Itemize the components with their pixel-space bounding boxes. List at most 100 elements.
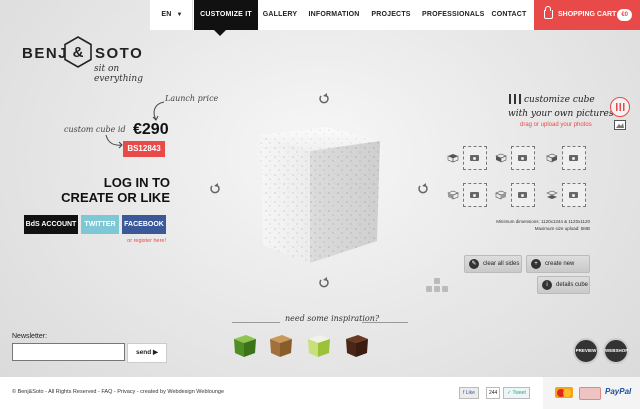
min-dimensions-text: Minimum dimensions: 1120x1344 & 1120x112… <box>496 219 590 224</box>
facebook-like-button[interactable]: f Like <box>459 387 479 399</box>
newsletter-label: Newsletter: <box>12 333 48 340</box>
cube-id-badge: BS12843 <box>123 141 165 157</box>
eraser-icon: ✎ <box>469 259 479 269</box>
pad-right-icon[interactable] <box>442 286 448 292</box>
customize-side-tab[interactable] <box>610 97 630 117</box>
shopping-cart-button[interactable]: SHOPPING CART €0 <box>534 0 640 30</box>
inspiration-cube-wood[interactable] <box>268 333 294 359</box>
price-value: €290 <box>133 121 169 138</box>
nav-item-contact[interactable]: CONTACT <box>489 0 529 30</box>
camera-icon <box>569 155 578 161</box>
customize-title-line1: customize cube <box>524 95 595 105</box>
pad-down-icon[interactable] <box>434 286 440 292</box>
bds-account-button[interactable]: BdS ACCOUNT <box>24 215 78 234</box>
divider <box>362 322 408 323</box>
login-title-line1: LOG IN TO <box>103 175 170 190</box>
footer-copyright: © Benj&Soto - All Rights Reserved - FAQ … <box>12 389 225 395</box>
upload-slot-bottom[interactable] <box>562 183 586 207</box>
rotate-left-icon[interactable] <box>209 182 221 194</box>
send-label: send <box>136 349 152 356</box>
customize-title-line2: with your own pictures <box>508 109 614 119</box>
nav-item-information[interactable]: INFORMATION <box>308 0 360 30</box>
tweet-label: Tweet <box>512 390 526 396</box>
chevron-down-icon: ▼ <box>176 12 183 18</box>
ampersand-hexagon-logo: & <box>64 36 92 68</box>
nav-item-customize[interactable]: CUSTOMIZE IT <box>194 0 258 36</box>
upload-slot-top[interactable] <box>463 146 487 170</box>
top-nav: EN ▼ CUSTOMIZE IT GALLERY INFORMATION PRO… <box>0 0 640 36</box>
details-cube-button[interactable]: i details cube <box>537 276 590 294</box>
maestro-icon <box>579 387 601 400</box>
newsletter-send-button[interactable]: send ▶ <box>127 343 167 363</box>
inspiration-cube-coffee[interactable] <box>344 333 370 359</box>
play-arrow-icon: ▶ <box>152 349 158 356</box>
brand-tagline: sit on everything <box>94 64 143 84</box>
pad-up-icon[interactable] <box>434 278 440 284</box>
like-count: 244 <box>486 387 501 399</box>
divider <box>232 322 280 323</box>
plus-icon: + <box>531 259 541 269</box>
tweet-button[interactable]: ✓ Tweet <box>503 387 530 399</box>
upload-photos-link[interactable]: drag or upload your photos <box>520 122 592 128</box>
cart-label: SHOPPING CART <box>558 11 617 18</box>
upload-slot-right[interactable] <box>562 146 586 170</box>
shopping-bag-icon <box>544 6 553 19</box>
cube-side-indicator-icon <box>447 154 459 163</box>
nav-item-gallery[interactable]: GALLERY <box>262 0 298 30</box>
upload-slot-front[interactable] <box>511 146 535 170</box>
login-title: LOG IN TO CREATE OR LIKE <box>60 175 170 205</box>
register-link[interactable]: or register here! <box>110 238 166 244</box>
twitter-login-button[interactable]: TWITTER <box>81 215 119 234</box>
brand-name-left: BENJ <box>22 45 69 62</box>
rotate-up-icon[interactable] <box>318 92 330 104</box>
webshop-badge[interactable]: WEBSHOP <box>603 338 629 364</box>
language-selector[interactable]: EN ▼ <box>152 0 193 30</box>
cube-side-indicator-icon <box>495 190 507 200</box>
inspiration-cube-lime[interactable] <box>306 333 332 359</box>
camera-icon <box>518 192 527 198</box>
cube-side-indicator-icon <box>495 153 507 163</box>
camera-icon <box>470 192 479 198</box>
rotate-down-icon[interactable] <box>318 276 330 288</box>
upload-requirements: Minimum dimensions: 1120x1344 & 1120x112… <box>480 218 590 232</box>
brush-icon <box>616 103 625 111</box>
twitter-bird-icon: ✓ <box>507 390 512 396</box>
info-icon: i <box>542 280 552 290</box>
upload-slot-left[interactable] <box>463 183 487 207</box>
camera-icon <box>518 155 527 161</box>
newsletter-email-field[interactable] <box>12 343 125 361</box>
cart-amount-badge: €0 <box>617 9 632 21</box>
cube-side-indicator-icon <box>447 190 459 200</box>
direction-pad[interactable] <box>426 278 448 294</box>
upload-slot-back[interactable] <box>511 183 535 207</box>
payment-methods: PayPal <box>543 377 640 409</box>
inspiration-cube-grass[interactable] <box>232 333 258 359</box>
cube-side-indicator-icon <box>546 153 558 163</box>
paypal-logo: PayPal <box>605 387 632 396</box>
login-title-line2: CREATE OR LIKE <box>61 190 170 205</box>
photo-icon[interactable] <box>614 120 626 130</box>
launch-price-label: Launch price <box>165 94 219 103</box>
curved-arrow-icon <box>105 134 123 149</box>
nav-item-projects[interactable]: PROJECTS <box>370 0 412 30</box>
clear-all-sides-button[interactable]: ✎ clear all sides <box>464 255 522 273</box>
brand-name-right: SOTO <box>95 45 144 62</box>
facebook-login-button[interactable]: FACEBOOK <box>122 215 166 234</box>
language-label: EN <box>161 11 172 18</box>
curved-arrow-icon <box>152 101 165 121</box>
preview-badge[interactable]: PREVIEW <box>573 338 599 364</box>
max-size-text: Maximum size upload: 5MB <box>534 226 590 231</box>
ampersand-text: & <box>73 44 84 61</box>
brush-icon <box>509 94 521 104</box>
nav-item-professionals[interactable]: PROFESSIONALS <box>422 0 484 30</box>
like-label: Like <box>465 390 475 396</box>
camera-icon <box>569 192 578 198</box>
pad-left-icon[interactable] <box>426 286 432 292</box>
cube-side-indicator-icon <box>546 190 558 199</box>
create-new-cube-button[interactable]: + create new cube <box>526 255 590 283</box>
camera-icon <box>470 155 479 161</box>
rotate-right-icon[interactable] <box>417 182 429 194</box>
product-cube-preview[interactable] <box>255 127 385 265</box>
mastercard-icon <box>555 387 573 398</box>
facebook-icon: f <box>463 390 465 396</box>
